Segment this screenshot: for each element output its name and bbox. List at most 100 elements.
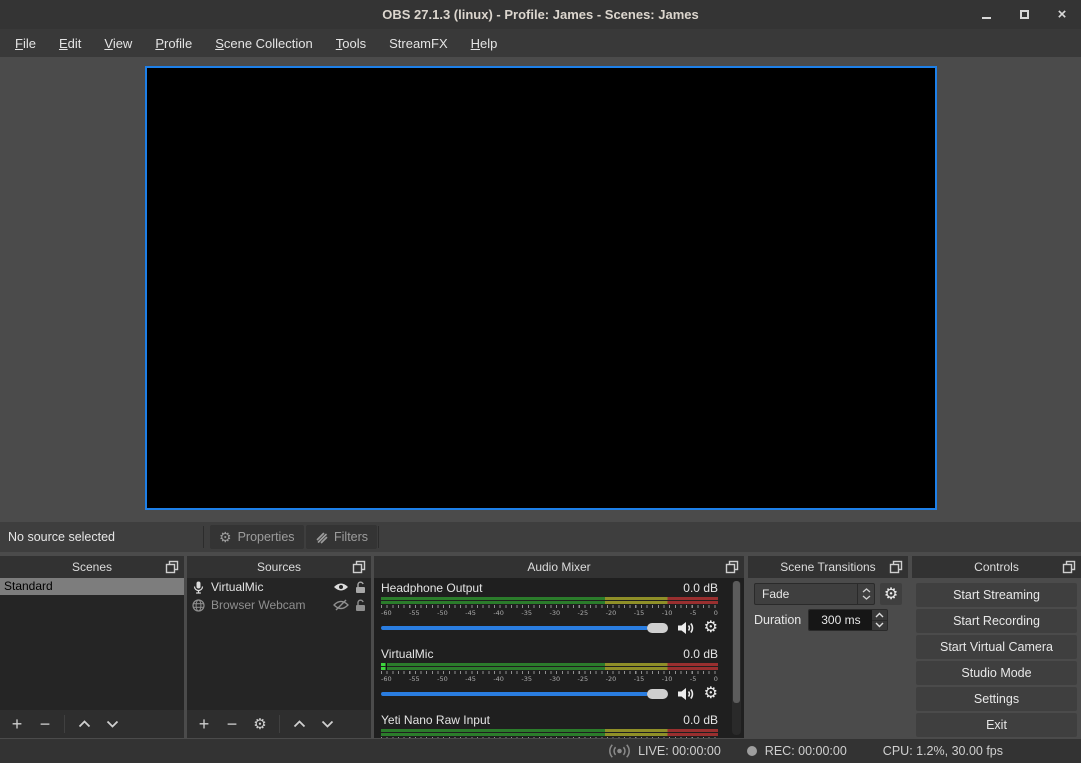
source-row-browser-webcam[interactable]: Browser Webcam: [187, 596, 371, 614]
close-button[interactable]: ×: [1055, 8, 1069, 22]
menu-view[interactable]: View: [99, 36, 137, 51]
remove-source-button[interactable]: −: [219, 712, 245, 736]
source-properties-button[interactable]: ⚙: [247, 712, 273, 736]
combo-spinner-icon: [857, 584, 874, 604]
controls-panel-header: Controls: [912, 556, 1081, 578]
window-controls: ×: [979, 0, 1069, 29]
scene-item-standard[interactable]: Standard: [0, 578, 184, 595]
menu-bar: File Edit View Profile Scene Collection …: [0, 29, 1081, 57]
chevron-up-icon: [78, 720, 91, 728]
sources-panel: Sources VirtualMic: [187, 556, 371, 738]
rec-dot-icon: [747, 746, 757, 756]
source-name: VirtualMic: [211, 580, 327, 594]
menu-tools[interactable]: Tools: [331, 36, 371, 51]
popout-icon[interactable]: [889, 560, 903, 574]
filters-button-label: Filters: [334, 530, 368, 544]
maximize-button[interactable]: [1017, 8, 1031, 22]
duration-value: 300 ms: [809, 610, 872, 630]
tick-label: -15: [634, 609, 645, 617]
remove-scene-button[interactable]: −: [32, 712, 58, 736]
preview-canvas[interactable]: [145, 66, 937, 510]
audio-mixer-header: Audio Mixer: [374, 556, 744, 578]
filter-icon: [315, 531, 328, 544]
source-name: Browser Webcam: [211, 598, 327, 612]
popout-icon[interactable]: [352, 560, 366, 574]
menu-file[interactable]: File: [10, 36, 41, 51]
audio-mixer-title: Audio Mixer: [527, 560, 590, 574]
eye-icon[interactable]: [333, 582, 349, 592]
transition-select[interactable]: Fade: [754, 583, 875, 605]
mixer-scrollbar-thumb[interactable]: [733, 581, 740, 703]
channel-name: VirtualMic: [381, 647, 433, 661]
popout-icon[interactable]: [725, 560, 739, 574]
exit-button[interactable]: Exit: [916, 713, 1077, 737]
unlock-icon[interactable]: [355, 581, 366, 594]
scene-transitions-title: Scene Transitions: [780, 560, 875, 574]
volume-slider-handle[interactable]: [647, 689, 668, 699]
mixer-channel-yeti-nano: Yeti Nano Raw Input 0.0 dB -60-55-50-45-…: [381, 713, 718, 738]
menu-scene-collection[interactable]: Scene Collection: [210, 36, 318, 51]
channel-settings-gear-icon[interactable]: ⚙: [704, 620, 718, 636]
settings-button[interactable]: Settings: [916, 687, 1077, 711]
duration-spinbox[interactable]: 300 ms: [808, 609, 888, 631]
studio-mode-button[interactable]: Studio Mode: [916, 661, 1077, 685]
toolbar-separator: [203, 526, 204, 548]
close-icon: ×: [1058, 8, 1067, 22]
source-row-virtualmic[interactable]: VirtualMic: [187, 578, 371, 596]
move-scene-up-button[interactable]: [71, 712, 97, 736]
volume-slider[interactable]: [381, 621, 668, 635]
transition-properties-button[interactable]: ⚙: [880, 583, 902, 605]
tick-label: -35: [521, 675, 532, 683]
eye-slash-icon[interactable]: [333, 599, 349, 611]
popout-icon[interactable]: [1062, 560, 1076, 574]
menu-streamfx[interactable]: StreamFX: [384, 36, 453, 51]
filters-button[interactable]: Filters: [306, 525, 377, 549]
move-source-up-button[interactable]: [286, 712, 312, 736]
start-streaming-button[interactable]: Start Streaming: [916, 583, 1077, 607]
tick-label: -60: [381, 609, 392, 617]
duration-decrease-button[interactable]: [872, 621, 887, 631]
menu-profile[interactable]: Profile: [150, 36, 197, 51]
popout-icon[interactable]: [165, 560, 179, 574]
broadcast-icon: [608, 744, 631, 758]
duration-spin-arrows: [872, 610, 887, 630]
move-source-down-button[interactable]: [314, 712, 340, 736]
tick-label: -20: [606, 675, 617, 683]
scenes-list: Standard: [0, 578, 184, 710]
channel-name: Headphone Output: [381, 581, 482, 595]
minimize-icon: [982, 17, 991, 19]
menu-help[interactable]: Help: [466, 36, 503, 51]
properties-button[interactable]: ⚙ Properties: [210, 525, 304, 549]
toolbar-separator: [64, 715, 65, 733]
move-scene-down-button[interactable]: [99, 712, 125, 736]
add-scene-button[interactable]: +: [4, 712, 30, 736]
menu-edit[interactable]: Edit: [54, 36, 86, 51]
add-source-button[interactable]: +: [191, 712, 217, 736]
minimize-button[interactable]: [979, 8, 993, 22]
start-virtual-camera-button[interactable]: Start Virtual Camera: [916, 635, 1077, 659]
tick-label: 0: [714, 675, 718, 683]
start-recording-button[interactable]: Start Recording: [916, 609, 1077, 633]
duration-increase-button[interactable]: [872, 610, 887, 620]
scene-transitions-header: Scene Transitions: [748, 556, 908, 578]
scene-transitions-body: Fade ⚙ Duration 300 ms: [748, 578, 908, 738]
tick-label: -20: [606, 609, 617, 617]
channel-settings-gear-icon[interactable]: ⚙: [704, 686, 718, 702]
sources-panel-header: Sources: [187, 556, 371, 578]
maximize-icon: [1020, 10, 1029, 19]
tick-label: -30: [549, 609, 560, 617]
unlock-icon[interactable]: [355, 599, 366, 612]
mixer-scrollbar[interactable]: [732, 581, 741, 735]
channel-volume-db: 0.0 dB: [683, 713, 718, 727]
chevron-down-icon: [321, 720, 334, 728]
scenes-panel-title: Scenes: [72, 560, 112, 574]
speaker-icon[interactable]: [677, 687, 695, 701]
sources-toolbar: + − ⚙: [187, 710, 371, 738]
sources-panel-title: Sources: [257, 560, 301, 574]
tick-label: -15: [634, 675, 645, 683]
volume-slider[interactable]: [381, 687, 668, 701]
volume-slider-handle[interactable]: [647, 623, 668, 633]
scenes-panel-header: Scenes: [0, 556, 184, 578]
speaker-icon[interactable]: [677, 621, 695, 635]
tick-label: -10: [662, 609, 673, 617]
